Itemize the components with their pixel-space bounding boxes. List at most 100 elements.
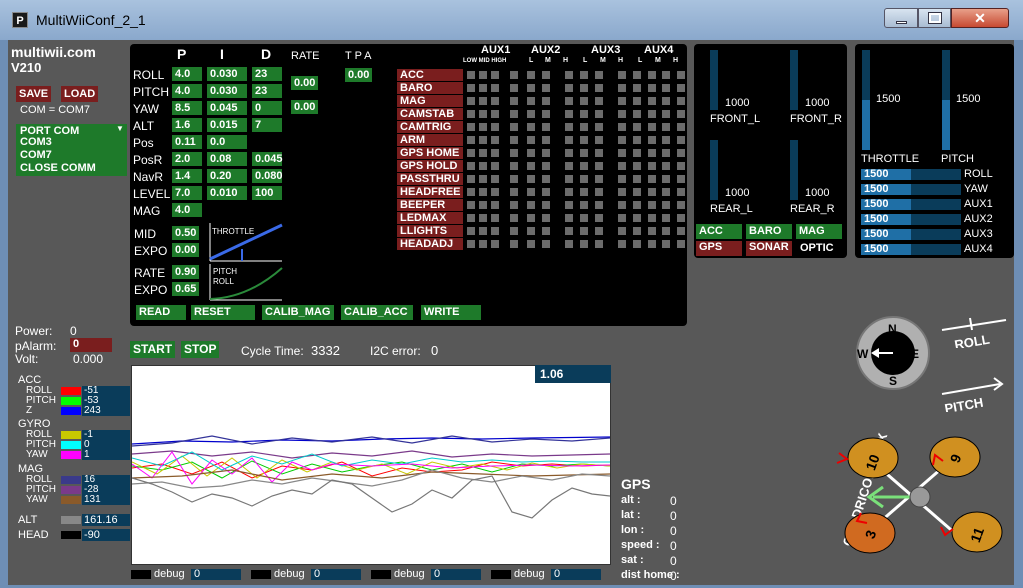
d-input[interactable]: 100 <box>252 186 282 200</box>
com-option[interactable]: COM3 <box>20 136 52 148</box>
aux-checkbox[interactable] <box>633 110 641 118</box>
aux-checkbox[interactable] <box>565 201 573 209</box>
write-button[interactable]: WRITE <box>421 305 481 320</box>
close-button[interactable]: ✕ <box>951 8 1009 28</box>
aux-checkbox[interactable] <box>618 149 626 157</box>
aux-checkbox[interactable] <box>491 84 499 92</box>
aux-checkbox[interactable] <box>595 175 603 183</box>
aux-checkbox[interactable] <box>542 136 550 144</box>
aux-checkbox[interactable] <box>542 123 550 131</box>
aux-checkbox[interactable] <box>662 97 670 105</box>
aux-checkbox[interactable] <box>677 136 685 144</box>
aux-checkbox[interactable] <box>580 188 588 196</box>
rate-rollpitch-input[interactable]: 0.00 <box>291 76 319 90</box>
aux-checkbox[interactable] <box>527 188 535 196</box>
aux-checkbox[interactable] <box>565 162 573 170</box>
legend-color-swatch[interactable] <box>61 387 81 395</box>
aux-checkbox[interactable] <box>565 214 573 222</box>
aux-checkbox[interactable] <box>565 188 573 196</box>
aux-checkbox[interactable] <box>677 227 685 235</box>
aux-checkbox[interactable] <box>542 227 550 235</box>
aux-checkbox[interactable] <box>542 188 550 196</box>
aux-checkbox[interactable] <box>648 240 656 248</box>
aux-checkbox[interactable] <box>618 188 626 196</box>
aux-checkbox[interactable] <box>662 123 670 131</box>
p-input[interactable]: 4.0 <box>172 84 202 98</box>
aux-checkbox[interactable] <box>527 71 535 79</box>
close-comm-option[interactable]: CLOSE COMM <box>20 162 96 174</box>
aux-checkbox[interactable] <box>618 71 626 79</box>
aux-checkbox[interactable] <box>677 71 685 79</box>
aux-checkbox[interactable] <box>542 240 550 248</box>
aux-checkbox[interactable] <box>633 175 641 183</box>
d-input[interactable]: 23 <box>252 84 282 98</box>
d-input[interactable]: 0 <box>252 101 282 115</box>
aux-checkbox[interactable] <box>527 227 535 235</box>
aux-checkbox[interactable] <box>467 240 475 248</box>
aux-checkbox[interactable] <box>467 227 475 235</box>
aux-checkbox[interactable] <box>580 227 588 235</box>
aux-checkbox[interactable] <box>467 149 475 157</box>
alt-swatch[interactable] <box>61 516 81 524</box>
aux-checkbox[interactable] <box>527 201 535 209</box>
aux-checkbox[interactable] <box>491 149 499 157</box>
aux-checkbox[interactable] <box>542 214 550 222</box>
aux-checkbox[interactable] <box>527 123 535 131</box>
aux-checkbox[interactable] <box>479 214 487 222</box>
aux-checkbox[interactable] <box>662 201 670 209</box>
aux-checkbox[interactable] <box>479 110 487 118</box>
aux-checkbox[interactable] <box>479 123 487 131</box>
aux-checkbox[interactable] <box>618 227 626 235</box>
read-button[interactable]: READ <box>136 305 186 320</box>
i-input[interactable]: 0.030 <box>207 84 247 98</box>
aux-checkbox[interactable] <box>662 110 670 118</box>
aux-checkbox[interactable] <box>633 227 641 235</box>
aux-checkbox[interactable] <box>595 240 603 248</box>
aux-checkbox[interactable] <box>510 188 518 196</box>
aux-checkbox[interactable] <box>580 175 588 183</box>
aux-checkbox[interactable] <box>510 201 518 209</box>
aux-checkbox[interactable] <box>565 123 573 131</box>
aux-checkbox[interactable] <box>565 227 573 235</box>
aux-checkbox[interactable] <box>580 84 588 92</box>
aux-checkbox[interactable] <box>648 214 656 222</box>
p-input[interactable]: 4.0 <box>172 67 202 81</box>
aux-checkbox[interactable] <box>565 84 573 92</box>
aux-checkbox[interactable] <box>542 149 550 157</box>
head-swatch[interactable] <box>61 531 81 539</box>
aux-checkbox[interactable] <box>491 110 499 118</box>
aux-checkbox[interactable] <box>479 97 487 105</box>
aux-checkbox[interactable] <box>580 123 588 131</box>
aux-checkbox[interactable] <box>527 84 535 92</box>
tpa-input[interactable]: 0.00 <box>345 68 373 82</box>
aux-checkbox[interactable] <box>677 97 685 105</box>
aux-checkbox[interactable] <box>648 97 656 105</box>
aux-checkbox[interactable] <box>618 97 626 105</box>
aux-checkbox[interactable] <box>580 240 588 248</box>
aux-checkbox[interactable] <box>510 162 518 170</box>
aux-checkbox[interactable] <box>565 71 573 79</box>
aux-checkbox[interactable] <box>618 240 626 248</box>
aux-checkbox[interactable] <box>662 162 670 170</box>
i-input[interactable]: 0.20 <box>207 169 247 183</box>
aux-checkbox[interactable] <box>479 71 487 79</box>
aux-checkbox[interactable] <box>479 149 487 157</box>
aux-checkbox[interactable] <box>677 123 685 131</box>
aux-checkbox[interactable] <box>595 110 603 118</box>
aux-checkbox[interactable] <box>633 136 641 144</box>
aux-checkbox[interactable] <box>510 123 518 131</box>
maximize-button[interactable] <box>918 8 951 28</box>
aux-checkbox[interactable] <box>677 188 685 196</box>
aux-checkbox[interactable] <box>662 84 670 92</box>
aux-checkbox[interactable] <box>527 110 535 118</box>
rc-rate-input[interactable]: 0.90 <box>172 265 200 279</box>
calib-acc-button[interactable]: CALIB_ACC <box>341 305 413 320</box>
calib-mag-button[interactable]: CALIB_MAG <box>262 305 334 320</box>
p-input[interactable]: 1.6 <box>172 118 202 132</box>
aux-checkbox[interactable] <box>677 84 685 92</box>
aux-checkbox[interactable] <box>633 240 641 248</box>
aux-checkbox[interactable] <box>491 188 499 196</box>
i-input[interactable]: 0.030 <box>207 67 247 81</box>
aux-checkbox[interactable] <box>633 201 641 209</box>
rc-expo-input[interactable]: 0.65 <box>172 282 200 296</box>
